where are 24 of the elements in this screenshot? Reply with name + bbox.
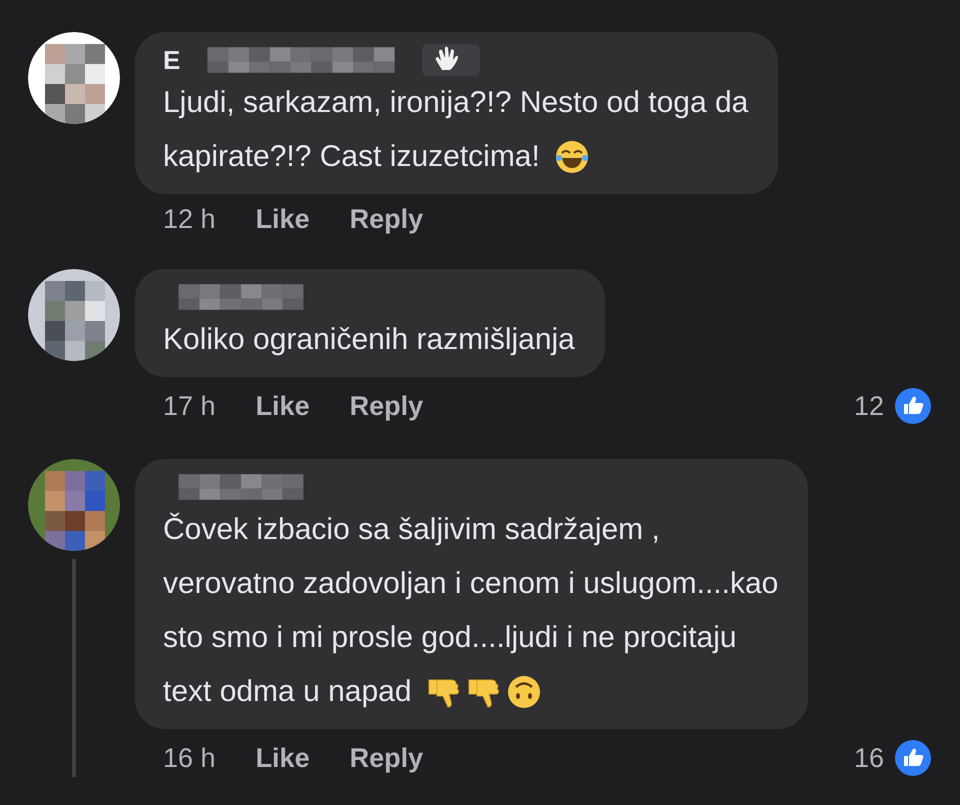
waving-hand-icon (422, 44, 480, 76)
comment-time: 16 h (163, 742, 216, 774)
reply-button[interactable]: Reply (350, 742, 424, 774)
comment-text: sto smo i mi prosle god....ljudi i ne procitaju (163, 620, 738, 656)
reaction-count: 16 (854, 742, 884, 774)
comment-text: Ljudi, sarkazam, ironija?!? Nesto od toga da (163, 85, 748, 121)
like-button[interactable]: Like (256, 204, 310, 235)
like-reaction-icon (894, 739, 932, 777)
author-name: E (163, 44, 180, 76)
comment-text: verovatno zadovoljan i cenom i uslugom....kao (163, 566, 778, 602)
like-reaction-icon (894, 387, 932, 425)
comment-time: 12 h (163, 204, 216, 235)
reply-button[interactable]: Reply (350, 204, 424, 235)
like-button[interactable]: Like (256, 742, 310, 774)
comment-text: text odma u napad (163, 674, 412, 710)
laughing-face-icon (554, 139, 590, 175)
reply-button[interactable]: Reply (350, 390, 424, 422)
comment-time: 17 h (163, 390, 216, 422)
upside-down-face-icon (506, 674, 542, 710)
comment-text: kapirate?!? Cast izuzetcima! (163, 139, 540, 175)
reaction-count: 12 (854, 390, 884, 422)
comment-text: Čovek izbacio sa šaljivim sadržajem , (163, 512, 661, 548)
like-button[interactable]: Like (256, 390, 310, 422)
comment-text: Koliko ograničenih razmišljanja (163, 322, 575, 358)
